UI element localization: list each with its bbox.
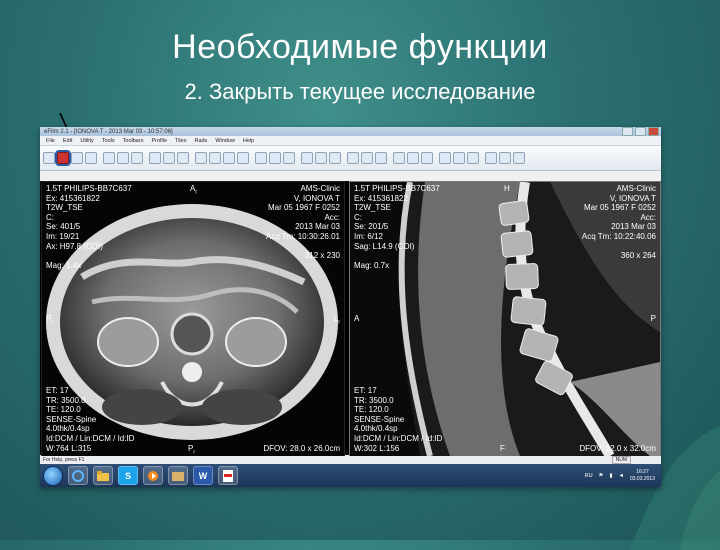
zoom-icon[interactable] [163,152,175,164]
overlay-top-right: AMS-Clinic V, IONOVA T Mar 05 1967 F 0252 A… [581,184,656,261]
window-title: eFilm 2.1 - [IONOVA T - 2013 Mar 03 - 10… [44,128,173,135]
menu-toolbars[interactable]: Toolbars [123,138,144,144]
menu-utility[interactable]: Utility [80,138,93,144]
clock[interactable]: 16:27 03.03.2013 [630,469,655,483]
overlay-bottom-right: DFOV: 22.0 x 32.0cm [579,444,656,453]
viewport-sagittal[interactable]: 1.5T PHILIPS-BB7C637 Ex: 415361822 T2W_TSE… [349,181,661,457]
window-titlebar: eFilm 2.1 - [IONOVA T - 2013 Mar 03 - 10… [40,127,661,136]
open-study-icon[interactable] [43,152,55,164]
mpr-icon[interactable] [117,152,129,164]
cine-icon[interactable] [255,152,267,164]
sync-icon[interactable] [283,152,295,164]
maximize-icon[interactable] [635,127,646,136]
slide-title: Необходимые функции [172,28,548,66]
orientation-left: A [354,314,360,323]
ie-icon[interactable] [68,466,88,485]
folder-icon[interactable] [168,466,188,485]
minimize-icon[interactable] [622,127,633,136]
key-image-icon[interactable] [467,152,479,164]
media-icon[interactable] [143,466,163,485]
window-close-icon[interactable] [648,127,659,136]
viewport-axial[interactable]: 1.5T PHILIPS-BB7C637 Ex: 415361822 T2W_TSE… [41,181,345,457]
viewport-area: 1.5T PHILIPS-BB7C637 Ex: 415361822 T2W_TSE… [40,181,661,457]
toolbar [40,146,661,171]
menu-profile[interactable]: Profile [151,138,167,144]
measure-icon[interactable] [195,152,207,164]
menubar: File Edit Utility Tools Toolbars Profile… [40,136,661,146]
app-screenshot: eFilm 2.1 - [IONOVA T - 2013 Mar 03 - 10… [40,127,661,487]
overlay-top-left: 1.5T PHILIPS-BB7C637 Ex: 415361822 T2W_TSE… [46,184,132,270]
next-icon[interactable] [453,152,465,164]
ruler-icon[interactable] [375,152,387,164]
cursor-icon[interactable] [329,152,341,164]
start-button-icon[interactable] [43,465,63,486]
overlay-bottom-left: ET: 17 TR: 3500.0 TE: 120.0 SENSE-Spine 4.0t… [46,386,135,453]
orientation-top: H [504,184,510,193]
overlay-bottom-right: DFOV: 28.0 x 26.0cm [263,444,340,453]
flip-icon[interactable] [237,152,249,164]
network-icon[interactable]: ▮ [609,473,612,479]
window-level-icon[interactable] [149,152,161,164]
menu-file[interactable]: File [46,138,55,144]
orientation-left: Rr [46,314,54,326]
reset-icon[interactable] [315,152,327,164]
explorer-icon[interactable] [93,466,113,485]
roi-icon[interactable] [407,152,419,164]
menu-help[interactable]: Help [243,138,254,144]
magnify-icon[interactable] [421,152,433,164]
orientation-right: Lr [333,314,340,326]
print-icon[interactable] [71,152,83,164]
pan-icon[interactable] [177,152,189,164]
rotate-icon[interactable] [223,152,235,164]
overlay-bottom-left: ET: 17 TR: 3500.0 TE: 120.0 SENSE-Spine 4.0t… [354,386,443,453]
windows-taskbar: S W RU ⚑ ▮ ◄ 16:27 03.03.2013 [40,464,661,487]
menu-window[interactable]: Window [215,138,235,144]
arrow-icon[interactable] [347,152,359,164]
settings-icon[interactable] [513,152,525,164]
slide-subtitle: 2. Закрыть текущее исследование [184,79,536,104]
report-icon[interactable] [485,152,497,164]
menu-edit[interactable]: Edit [63,138,72,144]
menu-tiles[interactable]: Tiles [175,138,186,144]
word-icon[interactable]: W [193,466,213,485]
statusbar: For Help, press F1 NUM [40,456,661,464]
num-lock-indicator: NUM [611,456,631,464]
annotate-icon[interactable] [209,152,221,164]
system-tray: RU ⚑ ▮ ◄ 16:27 03.03.2013 [585,469,661,483]
volume-icon[interactable]: ◄ [619,473,624,479]
angle-icon[interactable] [393,152,405,164]
text-icon[interactable] [361,152,373,164]
export-icon[interactable] [85,152,97,164]
status-help-text: For Help, press F1 [43,457,85,463]
menu-tools[interactable]: Tools [102,138,115,144]
menu-rads[interactable]: Rads [194,138,207,144]
overlay-top-left: 1.5T PHILIPS-BB7C637 Ex: 415361822 T2W_TSE… [354,184,440,270]
flag-icon[interactable]: ⚑ [599,473,604,479]
fov-icon[interactable] [103,152,115,164]
orientation-bottom: F [500,444,505,453]
prev-icon[interactable] [439,152,451,164]
invert-icon[interactable] [301,152,313,164]
skype-icon[interactable]: S [118,466,138,485]
orientation-right: P [650,314,656,323]
cd-burn-icon[interactable] [499,152,511,164]
grid-icon[interactable] [131,152,143,164]
language-indicator[interactable]: RU [585,473,593,479]
orientation-top: Ar [190,184,198,196]
close-study-icon[interactable] [55,150,71,166]
overlay-top-right: AMS-Clinic V, IONOVA T Mar 05 1967 F 0252 A… [265,184,340,261]
layout-icon[interactable] [269,152,281,164]
pdf-icon[interactable] [218,466,238,485]
